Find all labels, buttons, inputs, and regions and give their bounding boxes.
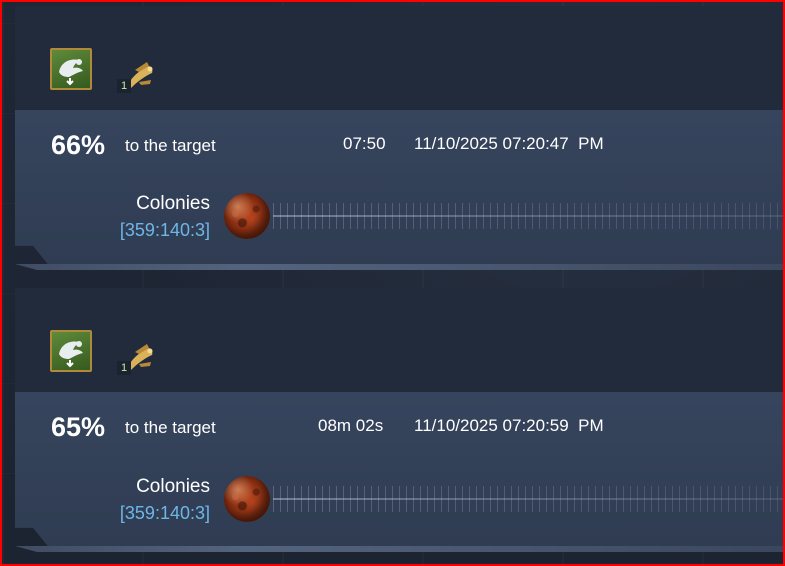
arrival-datetime: 11/10/2025 07:20:59 PM [414, 416, 604, 435]
progress-percent: 66% [51, 130, 106, 160]
fleet-movement-panel: 1 66% to the target 07:50 11/10/2025 07:… [0, 0, 785, 566]
flight-path-trail [273, 203, 783, 229]
destination-name: Colonies [136, 193, 210, 214]
destination-coords[interactable]: [359:140:3] [120, 503, 210, 524]
fleet-card: 1 66% to the target 07:50 11/10/2025 07:… [15, 6, 783, 276]
target-label: to the target [125, 136, 216, 155]
fleet-card-body [15, 392, 783, 550]
target-label: to the target [125, 418, 216, 437]
fleet-card: 1 65% to the target 08m 02s 11/10/2025 0… [15, 288, 783, 558]
progress-percent: 65% [51, 412, 106, 442]
red-planet-icon[interactable] [224, 476, 270, 522]
remaining-time: 07:50 [343, 134, 386, 153]
flight-path-trail [273, 486, 783, 512]
arrival-datetime: 11/10/2025 07:20:47 PM [414, 134, 604, 153]
red-planet-icon[interactable] [224, 193, 270, 239]
destination-coords[interactable]: [359:140:3] [120, 220, 210, 241]
destination-name: Colonies [136, 476, 210, 497]
fleet-card-edge [15, 546, 783, 552]
harvest-recycle-icon[interactable] [50, 330, 92, 372]
fleet-card-edge [15, 264, 783, 270]
harvest-recycle-icon[interactable] [50, 48, 92, 90]
remaining-time: 08m 02s [318, 416, 384, 435]
ship-count-badge: 1 [117, 361, 131, 375]
fleet-card-body [15, 110, 783, 268]
ship-count-badge: 1 [117, 79, 131, 93]
